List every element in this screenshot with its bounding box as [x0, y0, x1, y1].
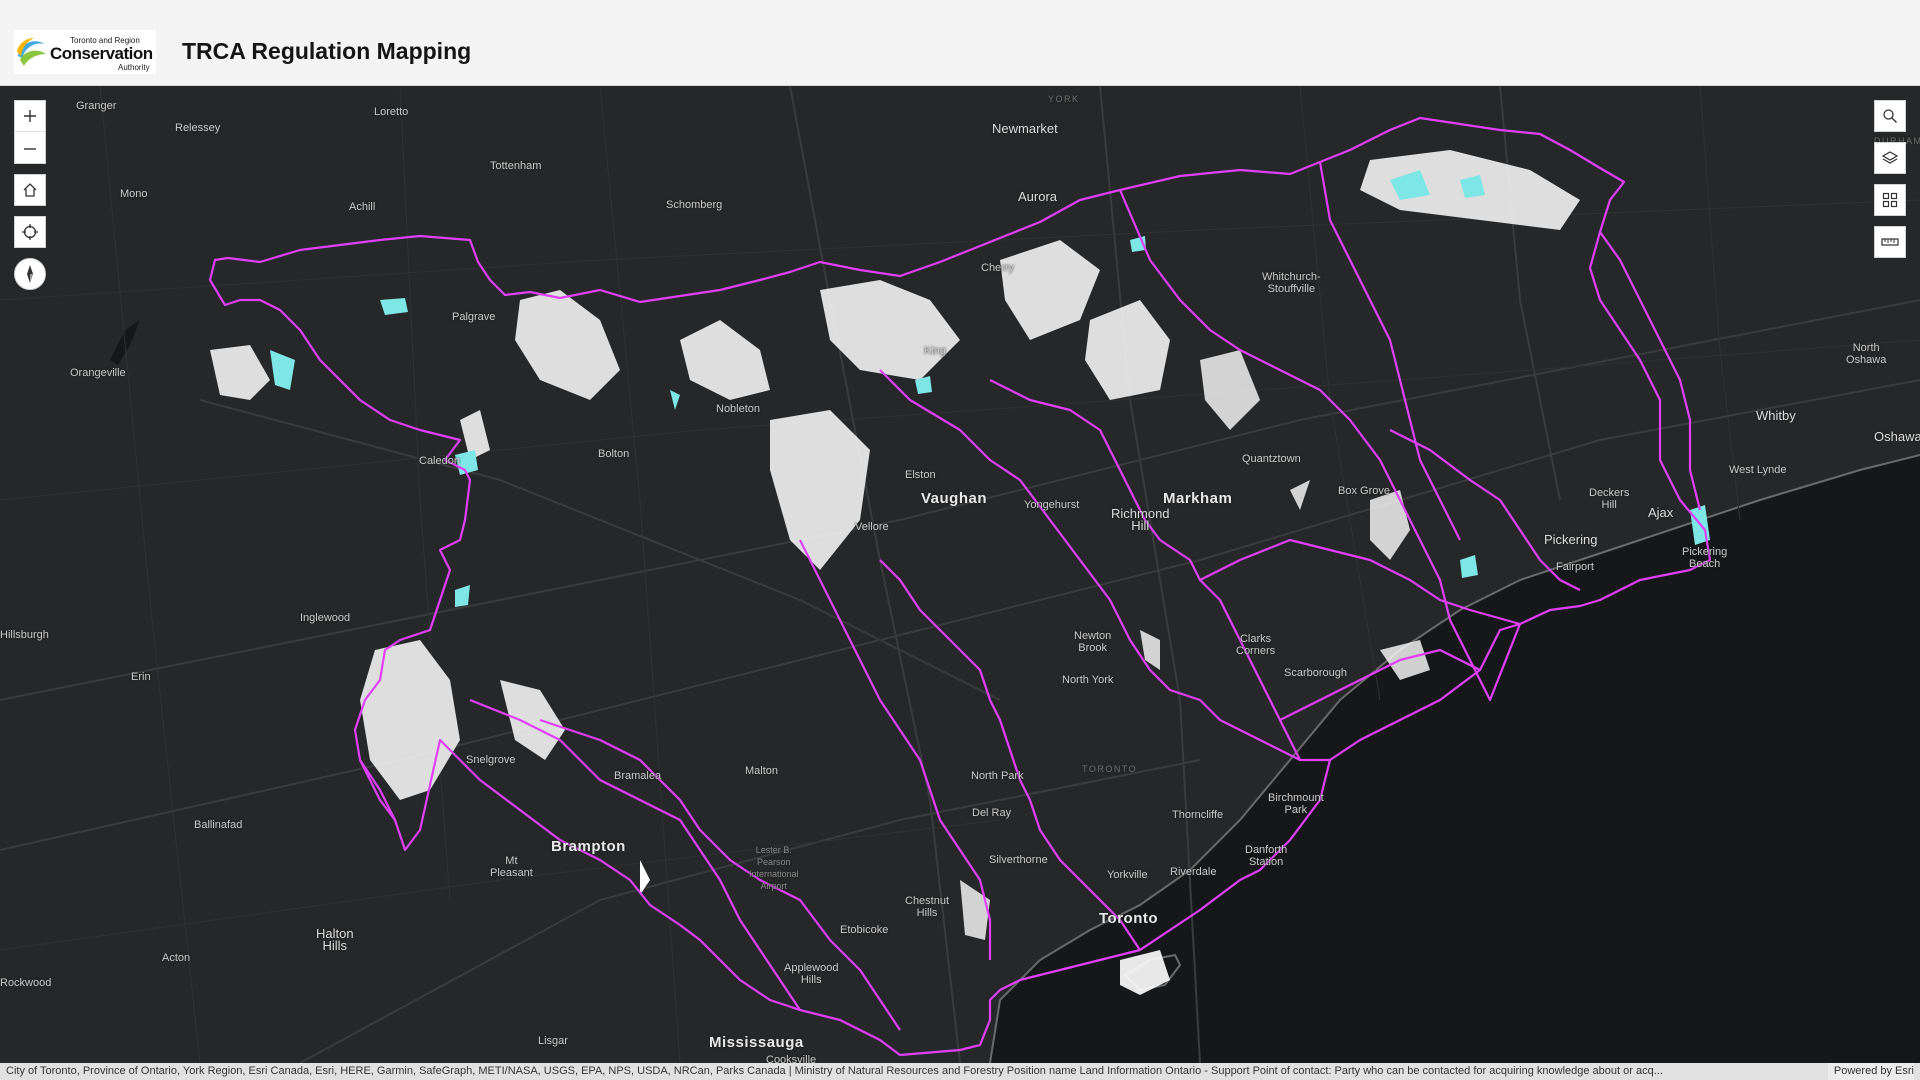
- region-toronto: TORONTO: [1082, 764, 1138, 774]
- place-mississauga: Mississauga: [709, 1034, 804, 1051]
- place-mt-pleasant: Mt Pleasant: [490, 855, 533, 879]
- place-etobicoke: Etobicoke: [840, 924, 889, 936]
- minus-icon: [24, 147, 36, 150]
- map-canvas: [0, 86, 1920, 1063]
- place-applewood-hills: Applewood Hills: [784, 962, 839, 986]
- measure-button[interactable]: [1874, 226, 1906, 258]
- trca-logo[interactable]: Toronto and Region Conservation Authorit…: [14, 30, 156, 74]
- home-icon: [23, 183, 37, 197]
- place-markham: Markham: [1163, 490, 1233, 507]
- place-rockwood: Rockwood: [0, 977, 52, 989]
- place-erin: Erin: [131, 671, 151, 683]
- search-icon: [1883, 109, 1897, 123]
- app-title: TRCA Regulation Mapping: [182, 38, 472, 64]
- layers-icon: [1882, 151, 1898, 164]
- place-newton-brook: Newton Brook: [1074, 630, 1112, 654]
- place-cooksville: Cooksville: [766, 1054, 817, 1063]
- place-schomberg: Schomberg: [666, 199, 723, 211]
- place-malton: Malton: [745, 765, 779, 777]
- place-fairport: Fairport: [1556, 561, 1594, 573]
- logo-text-line3: Authority: [118, 63, 150, 72]
- layer-list-button[interactable]: [1874, 142, 1906, 174]
- place-toronto: Toronto: [1099, 910, 1159, 927]
- place-danforth-station: Danforth Station: [1245, 844, 1288, 868]
- attribution-text: City of Toronto, Province of Ontario, Yo…: [6, 1065, 1663, 1077]
- place-north-park: North Park: [971, 770, 1024, 782]
- wetlands: [270, 170, 1710, 607]
- place-riverdale: Riverdale: [1170, 866, 1217, 878]
- place-cherry: Cherry: [981, 262, 1015, 274]
- place-deckers-hill: Deckers Hill: [1589, 487, 1630, 511]
- place-yongehurst: Yongehurst: [1024, 499, 1080, 511]
- place-relessey: Relessey: [175, 122, 221, 134]
- place-pickering-beach: Pickering Beach: [1682, 546, 1728, 570]
- place-halton-hills: Halton Hills: [316, 926, 354, 953]
- place-whitchurch: Whitchurch- Stouffville: [1262, 271, 1321, 295]
- place-pickering: Pickering: [1544, 532, 1598, 547]
- trca-logo-mark: [17, 38, 46, 66]
- app-header: Toronto and Region Conservation Authorit…: [0, 0, 1920, 86]
- home-button[interactable]: [14, 174, 46, 206]
- place-brampton: Brampton: [551, 838, 626, 855]
- place-acton: Acton: [162, 952, 191, 964]
- place-caledon: Caledon: [419, 455, 460, 467]
- place-newmarket: Newmarket: [992, 121, 1058, 136]
- place-king: King: [924, 345, 947, 357]
- locate-button[interactable]: [14, 216, 46, 248]
- place-pearson-airport: Lester B. Pearson International Airport: [749, 845, 799, 891]
- place-nobleton: Nobleton: [716, 403, 761, 415]
- place-lisgar: Lisgar: [538, 1035, 568, 1047]
- place-box-grove: Box Grove: [1338, 485, 1390, 497]
- map-view[interactable]: Granger Loretto Relessey Tottenham Mono …: [0, 86, 1920, 1063]
- place-elston: Elston: [905, 469, 936, 481]
- map-attribution: City of Toronto, Province of Ontario, Yo…: [0, 1063, 1920, 1080]
- place-north-oshawa: North Oshawa: [1846, 342, 1887, 366]
- grid-icon: [1882, 192, 1898, 208]
- place-yorkville: Yorkville: [1107, 869, 1148, 881]
- place-silverthorne: Silverthorne: [989, 854, 1048, 866]
- place-quantztown: Quantztown: [1242, 453, 1301, 465]
- place-birchmount-park: Birchmount Park: [1268, 792, 1324, 816]
- place-thorncliffe: Thorncliffe: [1172, 809, 1224, 821]
- place-achill: Achill: [349, 201, 376, 213]
- place-richmond-hill: Richmond Hill: [1111, 506, 1170, 533]
- place-vellore: Vellore: [855, 521, 889, 533]
- crosshair-icon: [22, 224, 38, 240]
- zoom-control: [14, 100, 46, 164]
- search-button[interactable]: [1874, 100, 1906, 132]
- place-scarborough: Scarborough: [1284, 667, 1347, 679]
- place-north-york: North York: [1062, 674, 1114, 686]
- place-hillsburgh: Hillsburgh: [0, 629, 49, 641]
- place-orangeville: Orangeville: [70, 367, 126, 379]
- place-tottenham: Tottenham: [490, 160, 542, 172]
- place-bolton: Bolton: [598, 448, 630, 460]
- place-whitby: Whitby: [1756, 408, 1796, 423]
- place-inglewood: Inglewood: [300, 612, 351, 624]
- place-del-ray: Del Ray: [972, 807, 1012, 819]
- powered-by-esri-link[interactable]: Powered by Esri: [1827, 1063, 1914, 1080]
- place-palgrave: Palgrave: [452, 311, 496, 323]
- zoom-out-button[interactable]: [15, 133, 45, 164]
- place-snelgrove: Snelgrove: [466, 754, 516, 766]
- place-chestnut-hills: Chestnut Hills: [905, 895, 950, 919]
- place-clarks-corners: Clarks Corners: [1236, 633, 1276, 657]
- compass-button[interactable]: [14, 258, 46, 290]
- place-granger: Granger: [76, 100, 117, 112]
- place-mono: Mono: [120, 188, 148, 200]
- place-loretto: Loretto: [374, 106, 409, 118]
- plus-icon: [24, 110, 36, 122]
- place-ajax: Ajax: [1648, 505, 1674, 520]
- ruler-icon: [1881, 238, 1899, 246]
- region-york: YORK: [1048, 94, 1080, 104]
- place-oshawa: Oshawa: [1874, 429, 1920, 444]
- zoom-in-button[interactable]: [15, 101, 45, 132]
- basemap-gallery-button[interactable]: [1874, 184, 1906, 216]
- place-ballinafad: Ballinafad: [194, 819, 243, 831]
- place-bramalea: Bramalea: [614, 770, 662, 782]
- logo-text-line2: Conservation: [50, 44, 153, 63]
- place-vaughan: Vaughan: [921, 490, 988, 507]
- place-west-lynde: West Lynde: [1729, 464, 1787, 476]
- place-aurora: Aurora: [1018, 189, 1058, 204]
- compass-icon: [27, 265, 33, 283]
